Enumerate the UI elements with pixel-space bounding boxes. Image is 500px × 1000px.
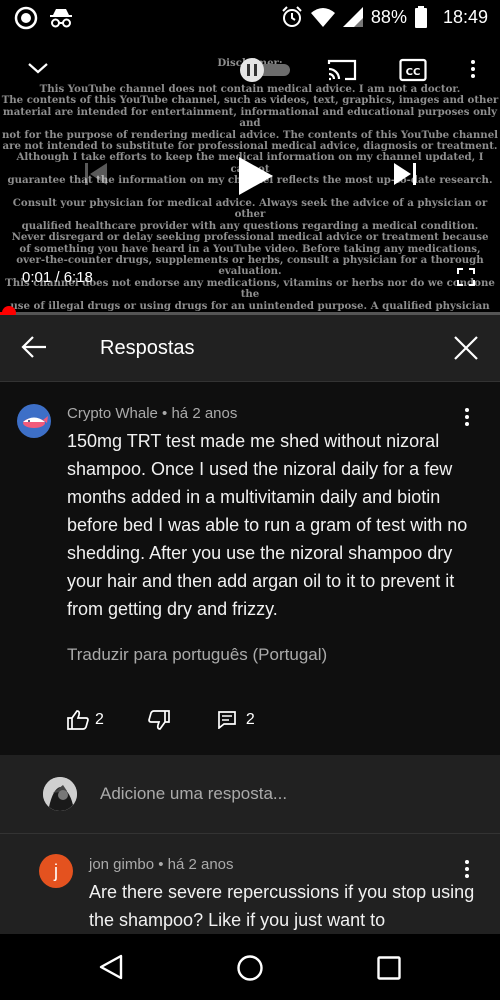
comment-meta: Crypto Whale • há 2 anos xyxy=(67,405,238,422)
status-bar: 88% 18:49 xyxy=(0,0,500,36)
video-player[interactable]: Disclaimer: This YouTube channel does no… xyxy=(0,36,500,314)
close-icon[interactable] xyxy=(454,336,478,360)
comment-text: 150mg TRT test made me shed without nizo… xyxy=(67,431,468,619)
main-comment: Crypto Whale • há 2 anos 150mg TRT test … xyxy=(0,382,500,754)
wifi-icon xyxy=(310,8,335,27)
reply-comment: j jon gimbo • há 2 anos Are there severe… xyxy=(0,834,500,934)
reply-input[interactable]: Adicione uma resposta... xyxy=(100,784,287,804)
alarm-icon xyxy=(282,6,302,27)
disclaimer-line: Never disregard or delay seeking profess… xyxy=(11,231,489,244)
thumbs-up-icon xyxy=(67,710,89,730)
comment-icon xyxy=(218,711,236,729)
sync-icon xyxy=(14,6,38,30)
user-avatar[interactable] xyxy=(43,777,77,811)
reply-text: Are there severe repercussions if you st… xyxy=(89,882,475,930)
thumbs-down-icon[interactable] xyxy=(148,710,170,730)
back-nav-icon[interactable] xyxy=(99,954,123,980)
reply-avatar-letter: j xyxy=(54,860,58,881)
back-arrow-icon[interactable] xyxy=(21,335,47,359)
comment-more-icon[interactable] xyxy=(465,408,469,429)
translate-link[interactable]: Traduzir para português (Portugal) xyxy=(67,645,327,665)
reply-age: há 2 anos xyxy=(167,856,234,873)
cast-icon[interactable] xyxy=(327,58,357,82)
comment-author[interactable]: Crypto Whale xyxy=(67,405,158,422)
user-photo-icon xyxy=(43,777,77,811)
recents-nav-icon[interactable] xyxy=(377,956,401,980)
previous-icon[interactable] xyxy=(84,162,108,186)
svg-text:CC: CC xyxy=(406,67,421,78)
next-icon[interactable] xyxy=(393,162,417,186)
commenter-avatar[interactable] xyxy=(17,404,51,438)
reply-avatar[interactable]: j xyxy=(39,854,73,888)
captions-icon[interactable]: CC xyxy=(399,58,427,82)
play-icon[interactable] xyxy=(238,156,274,196)
like-button[interactable]: 2 xyxy=(67,710,104,730)
video-more-icon[interactable] xyxy=(471,60,475,81)
comment-actions: 2 2 xyxy=(67,710,255,730)
disclaimer-line: Consult your physician for medical advic… xyxy=(12,197,488,221)
video-time: 0:01 / 6:18 xyxy=(22,269,93,286)
clock: 18:49 xyxy=(442,6,488,27)
replies-header: Respostas xyxy=(0,315,500,382)
disclaimer-line: material are intended for entertainment,… xyxy=(2,105,498,130)
reply-count-button[interactable]: 2 xyxy=(218,711,255,729)
replies-title: Respostas xyxy=(100,337,195,359)
battery-percent: 88% xyxy=(370,6,407,27)
android-nav-bar xyxy=(0,934,500,1000)
fullscreen-icon[interactable] xyxy=(457,268,475,286)
home-nav-icon[interactable] xyxy=(236,954,264,982)
incognito-icon xyxy=(50,9,72,28)
reply-count: 2 xyxy=(245,711,255,728)
battery-icon xyxy=(414,6,427,28)
autoplay-toggle[interactable] xyxy=(240,58,292,82)
reply-meta: jon gimbo • há 2 anos xyxy=(89,856,234,873)
comment-age: há 2 anos xyxy=(171,405,238,422)
minimize-chevron-icon[interactable] xyxy=(26,60,50,76)
whale-logo-icon xyxy=(23,416,48,428)
signal-icon xyxy=(342,7,363,27)
add-reply-bar[interactable]: Adicione uma resposta... xyxy=(0,755,500,834)
pause-icon xyxy=(247,64,257,76)
reply-author[interactable]: jon gimbo xyxy=(89,856,154,873)
like-count: 2 xyxy=(95,711,104,728)
